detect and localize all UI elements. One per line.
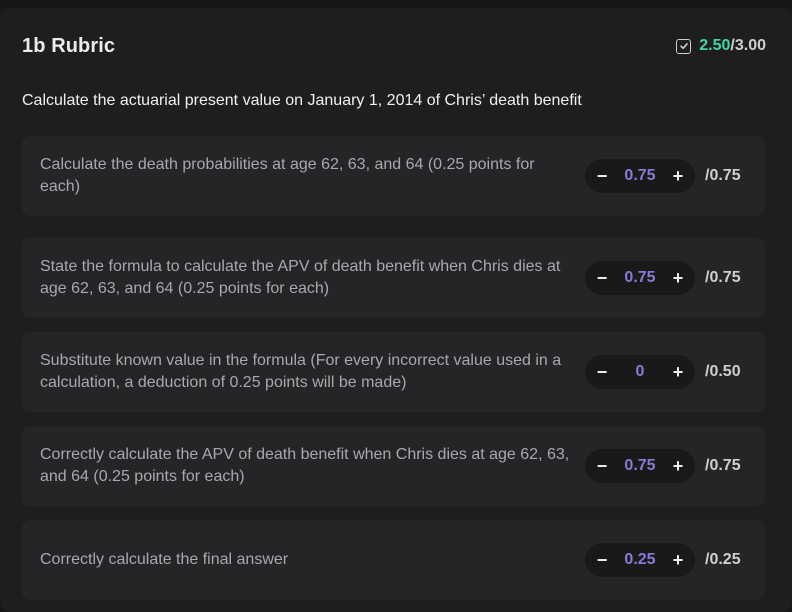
rubric-item: Substitute known value in the formula (F… xyxy=(22,332,765,412)
item-score-value[interactable]: 0 xyxy=(636,363,645,381)
score-stepper: − 0.75 + xyxy=(585,261,695,295)
total-score-max: /3.00 xyxy=(730,37,766,54)
rubric-header: 1b Rubric 2.50/3.00 xyxy=(22,32,766,60)
plus-icon[interactable]: + xyxy=(671,167,685,185)
rubric-item-text: State the formula to calculate the APV o… xyxy=(40,258,561,297)
score-stepper: − 0.75 + xyxy=(585,449,695,483)
score-stepper: − 0.25 + xyxy=(585,543,695,577)
rubric-item-controls: − 0.75 + /0.75 xyxy=(585,261,747,295)
rubric-item: State the formula to calculate the APV o… xyxy=(22,238,765,318)
rubric-item-controls: − 0 + /0.50 xyxy=(585,355,747,389)
item-score-value[interactable]: 0.75 xyxy=(624,167,655,185)
minus-icon[interactable]: − xyxy=(595,457,609,475)
rubric-title: 1b Rubric xyxy=(22,34,116,57)
minus-icon[interactable]: − xyxy=(595,167,609,185)
minus-icon[interactable]: − xyxy=(595,551,609,569)
item-max-score: /0.25 xyxy=(705,551,741,568)
item-max-score: /0.75 xyxy=(705,167,741,184)
rubric-item-controls: − 0.75 + /0.75 xyxy=(585,449,747,483)
item-max-score: /0.50 xyxy=(705,363,741,380)
question-text: Calculate the actuarial present value on… xyxy=(22,92,582,109)
score-stepper: − 0 + xyxy=(585,355,695,389)
rubric-item-controls: − 0.25 + /0.25 xyxy=(585,543,747,577)
plus-icon[interactable]: + xyxy=(671,363,685,381)
checkbox-icon xyxy=(676,38,692,54)
rubric-item-controls: − 0.75 + /0.75 xyxy=(585,159,747,193)
plus-icon[interactable]: + xyxy=(671,551,685,569)
item-max-score: /0.75 xyxy=(705,269,741,286)
rubric-item: Correctly calculate the final answer − 0… xyxy=(22,520,765,600)
total-score-value: 2.50 xyxy=(699,37,731,54)
item-max-score: /0.75 xyxy=(705,457,741,474)
minus-icon[interactable]: − xyxy=(595,363,609,381)
rubric-item-text: Correctly calculate the final answer xyxy=(40,551,289,568)
item-score-value[interactable]: 0.25 xyxy=(624,551,655,569)
rubric-item: Calculate the death probabilities at age… xyxy=(22,136,765,216)
plus-icon[interactable]: + xyxy=(671,269,685,287)
plus-icon[interactable]: + xyxy=(671,457,685,475)
item-score-value[interactable]: 0.75 xyxy=(624,457,655,475)
minus-icon[interactable]: − xyxy=(595,269,609,287)
rubric-item-text: Calculate the death probabilities at age… xyxy=(40,156,535,195)
rubric-item-text: Substitute known value in the formula (F… xyxy=(40,352,562,391)
total-score: 2.50/3.00 xyxy=(676,37,766,55)
rubric-item-text: Correctly calculate the APV of death ben… xyxy=(40,446,570,485)
score-stepper: − 0.75 + xyxy=(585,159,695,193)
rubric-item: Correctly calculate the APV of death ben… xyxy=(22,426,765,506)
item-score-value[interactable]: 0.75 xyxy=(624,269,655,287)
